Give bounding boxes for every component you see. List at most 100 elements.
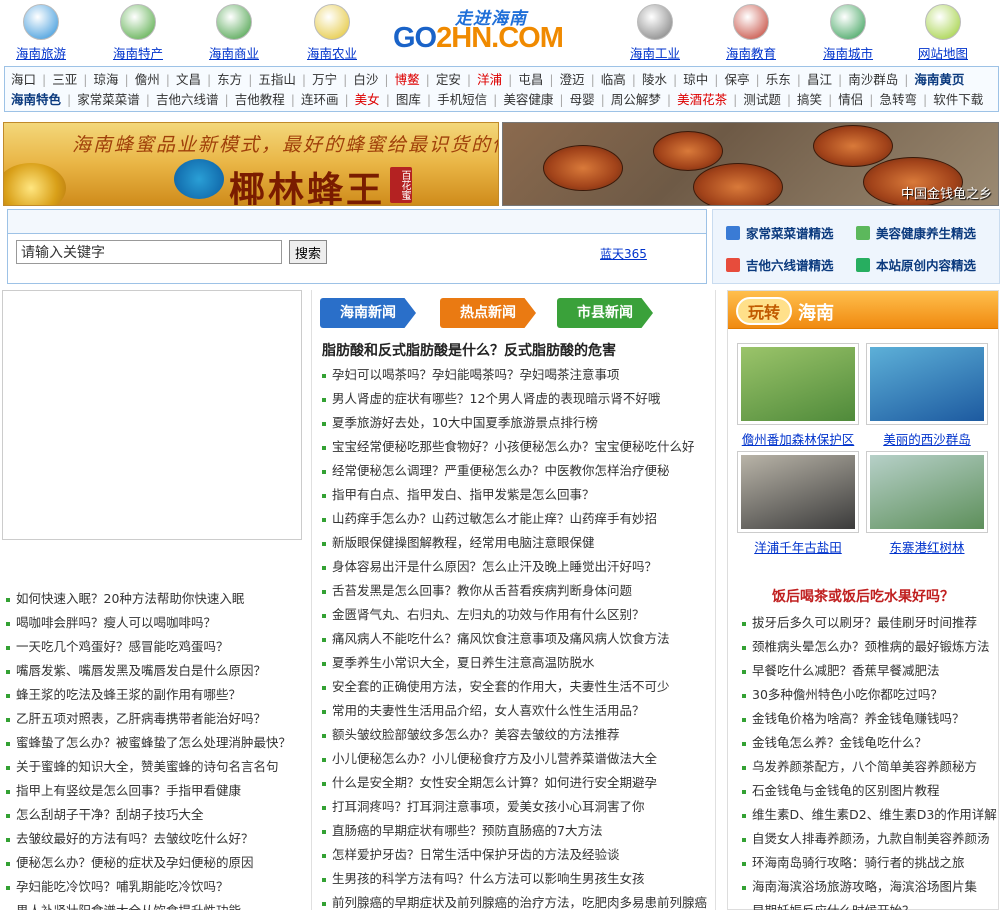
photo-card[interactable]: 洋浦千年古盐田 bbox=[737, 451, 859, 556]
nav-link[interactable]: 海口 bbox=[11, 72, 36, 87]
list-item[interactable]: 乌发养颜茶配方，八个简单美容养颜秘方 bbox=[742, 755, 997, 779]
list-item[interactable]: 自煲女人排毒养颜汤，九款自制美容养颜汤 bbox=[742, 827, 997, 851]
list-item[interactable]: 经常便秘怎么调理？严重便秘怎么办？中医教你怎样治疗便秘 bbox=[322, 459, 717, 483]
list-item[interactable]: 关于蜜蜂的知识大全，赞美蜜蜂的诗句名言名句 bbox=[6, 755, 306, 779]
list-item[interactable]: 怎么刮胡子干净？刮胡子技巧大全 bbox=[6, 803, 306, 827]
search-button[interactable]: 搜索 bbox=[289, 240, 327, 264]
nav-link[interactable]: 儋州 bbox=[135, 72, 160, 87]
right-section-title[interactable]: 饭后喝茶或饭后吃水果好吗？ bbox=[728, 586, 998, 606]
turtle-ad-banner[interactable]: 中国金钱龟之乡 bbox=[502, 122, 999, 206]
list-item[interactable]: 男人补肾壮阳食谱大全从饮食提升性功能 bbox=[6, 899, 306, 910]
nav-link[interactable]: 海南特色 bbox=[11, 92, 61, 107]
quick-link[interactable]: 美容健康养生精选 bbox=[856, 223, 976, 242]
list-item[interactable]: 什么是安全期？女性安全期怎么计算？如何进行安全期避孕 bbox=[322, 771, 717, 795]
nav-link[interactable]: 澄迈 bbox=[560, 72, 585, 87]
honey-ad-banner[interactable]: 海南蜂蜜品业新模式，最好的蜂蜜给最识货的你 椰林蜂王 百花蜜 bbox=[3, 122, 499, 206]
list-item[interactable]: 安全套的正确使用方法，安全套的作用大，夫妻性生活不可少 bbox=[322, 675, 717, 699]
list-item[interactable]: 生男孩的科学方法有吗？什么方法可以影响生男孩生女孩 bbox=[322, 867, 717, 891]
list-item[interactable]: 新版眼保健操图解教程，经常用电脑注意眼保健 bbox=[322, 531, 717, 555]
nav-link[interactable]: 昌江 bbox=[807, 72, 832, 87]
quick-link[interactable]: 吉他六线谱精选 bbox=[726, 255, 834, 274]
nav-link[interactable]: 洋浦 bbox=[477, 72, 502, 87]
nav-link[interactable]: 五指山 bbox=[258, 72, 296, 87]
top-nav-item[interactable]: 海南旅游 bbox=[6, 4, 76, 62]
list-item[interactable]: 怎样爱护牙齿？日常生活中保护牙齿的方法及经验谈 bbox=[322, 843, 717, 867]
list-item[interactable]: 金钱龟价格为啥高？养金钱龟赚钱吗？ bbox=[742, 707, 997, 731]
list-item[interactable]: 如何快速入眠？20种方法帮助你快速入眠 bbox=[6, 587, 306, 611]
headline-link[interactable]: 脂肪酸和反式脂肪酸是什么？反式脂肪酸的危害 bbox=[322, 340, 616, 360]
nav-link[interactable]: 吉他六线谱 bbox=[156, 92, 219, 107]
list-item[interactable]: 男人肾虚的症状有哪些？12个男人肾虚的表现暗示肾不好哦 bbox=[322, 387, 717, 411]
list-item[interactable]: 指甲上有竖纹是怎么回事？手指甲看健康 bbox=[6, 779, 306, 803]
nav-link[interactable]: 白沙 bbox=[353, 72, 378, 87]
nav-link[interactable]: 屯昌 bbox=[518, 72, 543, 87]
top-nav-item[interactable]: 海南城市 bbox=[813, 4, 883, 62]
list-item[interactable]: 孕妇可以喝茶吗？孕妇能喝茶吗？孕妇喝茶注意事项 bbox=[322, 363, 717, 387]
list-item[interactable]: 早期妊娠反应什么时候开始？ bbox=[742, 899, 997, 910]
list-item[interactable]: 便秘怎么办？便秘的症状及孕妇便秘的原因 bbox=[6, 851, 306, 875]
list-item[interactable]: 打耳洞疼吗？打耳洞注意事项，爱美女孩小心耳洞害了你 bbox=[322, 795, 717, 819]
news-tab[interactable]: 热点新闻 bbox=[440, 298, 536, 328]
list-item[interactable]: 乙肝五项对照表，乙肝病毒携带者能治好吗？ bbox=[6, 707, 306, 731]
nav-link[interactable]: 海南黄页 bbox=[914, 72, 964, 87]
quick-link[interactable]: 本站原创内容精选 bbox=[856, 255, 976, 274]
nav-link[interactable]: 美酒花茶 bbox=[677, 92, 727, 107]
list-item[interactable]: 石金钱龟与金钱龟的区别图片教程 bbox=[742, 779, 997, 803]
nav-link[interactable]: 搞笑 bbox=[797, 92, 822, 107]
list-item[interactable]: 一天吃几个鸡蛋好？感冒能吃鸡蛋吗？ bbox=[6, 635, 306, 659]
list-item[interactable]: 金钱龟怎么养？金钱龟吃什么？ bbox=[742, 731, 997, 755]
nav-link[interactable]: 周公解梦 bbox=[611, 92, 661, 107]
list-item[interactable]: 嘴唇发紫、嘴唇发黑及嘴唇发白是什么原因？ bbox=[6, 659, 306, 683]
list-item[interactable]: 山药痒手怎么办？山药过敏怎么才能止痒？山药痒手有妙招 bbox=[322, 507, 717, 531]
top-nav-item[interactable]: 海南教育 bbox=[716, 4, 786, 62]
site-logo[interactable]: 走进海南 GO2HN.COM bbox=[393, 4, 583, 59]
nav-link[interactable]: 博鳌 bbox=[395, 72, 420, 87]
list-item[interactable]: 金匮肾气丸、右归丸、左归丸的功效与作用有什么区别？ bbox=[322, 603, 717, 627]
list-item[interactable]: 去皱纹最好的方法有吗？去皱纹吃什么好？ bbox=[6, 827, 306, 851]
list-item[interactable]: 海南海滨浴场旅游攻略，海滨浴场图片集 bbox=[742, 875, 997, 899]
photo-card[interactable]: 美丽的西沙群岛 bbox=[866, 343, 988, 448]
nav-link[interactable]: 美容健康 bbox=[503, 92, 553, 107]
nav-link[interactable]: 保亭 bbox=[724, 72, 749, 87]
list-item[interactable]: 常用的夫妻性生活用品介绍，女人喜欢什么性生活用品？ bbox=[322, 699, 717, 723]
nav-link[interactable]: 定安 bbox=[436, 72, 461, 87]
list-item[interactable]: 额头皱纹脸部皱纹多怎么办？美容去皱纹的方法推荐 bbox=[322, 723, 717, 747]
nav-link[interactable]: 文昌 bbox=[176, 72, 201, 87]
list-item[interactable]: 早餐吃什么减肥？香蕉早餐减肥法 bbox=[742, 659, 997, 683]
nav-link[interactable]: 情侣 bbox=[838, 92, 863, 107]
list-item[interactable]: 夏季养生小常识大全，夏日养生注意高温防脱水 bbox=[322, 651, 717, 675]
list-item[interactable]: 拔牙后多久可以刷牙？最佳刷牙时间推荐 bbox=[742, 611, 997, 635]
list-item[interactable]: 前列腺癌的早期症状及前列腺癌的治疗方法，吃肥肉多易患前列腺癌 bbox=[322, 891, 717, 910]
list-item[interactable]: 蜂王浆的吃法及蜂王浆的副作用有哪些？ bbox=[6, 683, 306, 707]
search-input[interactable] bbox=[16, 240, 282, 264]
list-item[interactable]: 宝宝经常便秘吃那些食物好？小孩便秘怎么办？宝宝便秘吃什么好 bbox=[322, 435, 717, 459]
list-item[interactable]: 30多种儋州特色小吃你都吃过吗？ bbox=[742, 683, 997, 707]
list-item[interactable]: 指甲有白点、指甲发白、指甲发紫是怎么回事？ bbox=[322, 483, 717, 507]
nav-link[interactable]: 琼海 bbox=[93, 72, 118, 87]
nav-link[interactable]: 软件下载 bbox=[933, 92, 983, 107]
top-nav-item[interactable]: 海南农业 bbox=[297, 4, 367, 62]
nav-link[interactable]: 美女 bbox=[355, 92, 380, 107]
nav-link[interactable]: 急转弯 bbox=[880, 92, 918, 107]
nav-link[interactable]: 测试题 bbox=[743, 92, 781, 107]
list-item[interactable]: 小儿便秘怎么办？小儿便秘食疗方及小儿营养菜谱做法大全 bbox=[322, 747, 717, 771]
list-item[interactable]: 身体容易出汗是什么原因？怎么止汗及晚上睡觉出汗好吗？ bbox=[322, 555, 717, 579]
nav-link[interactable]: 连环画 bbox=[301, 92, 339, 107]
list-item[interactable]: 蜜蜂蛰了怎么办？被蜜蜂蛰了怎么处理消肿最快？ bbox=[6, 731, 306, 755]
list-item[interactable]: 舌苔发黑是怎么回事？教你从舌苔看疾病判断身体问题 bbox=[322, 579, 717, 603]
top-nav-item[interactable]: 网站地图 bbox=[908, 4, 978, 62]
list-item[interactable]: 维生素D、维生素D2、维生素D3的作用详解 bbox=[742, 803, 997, 827]
nav-link[interactable]: 家常菜菜谱 bbox=[77, 92, 140, 107]
nav-link[interactable]: 三亚 bbox=[52, 72, 77, 87]
news-tab[interactable]: 海南新闻 bbox=[320, 298, 416, 328]
nav-link[interactable]: 琼中 bbox=[683, 72, 708, 87]
list-item[interactable]: 环海南岛骑行攻略：骑行者的挑战之旅 bbox=[742, 851, 997, 875]
top-nav-item[interactable]: 海南商业 bbox=[199, 4, 269, 62]
nav-link[interactable]: 南沙群岛 bbox=[848, 72, 898, 87]
list-item[interactable]: 喝咖啡会胖吗？瘦人可以喝咖啡吗？ bbox=[6, 611, 306, 635]
nav-link[interactable]: 陵水 bbox=[642, 72, 667, 87]
list-item[interactable]: 痛风病人不能吃什么？痛风饮食注意事项及痛风病人饮食方法 bbox=[322, 627, 717, 651]
news-tab[interactable]: 市县新闻 bbox=[557, 298, 653, 328]
list-item[interactable]: 孕妇能吃冷饮吗？哺乳期能吃冷饮吗？ bbox=[6, 875, 306, 899]
nav-link[interactable]: 东方 bbox=[217, 72, 242, 87]
